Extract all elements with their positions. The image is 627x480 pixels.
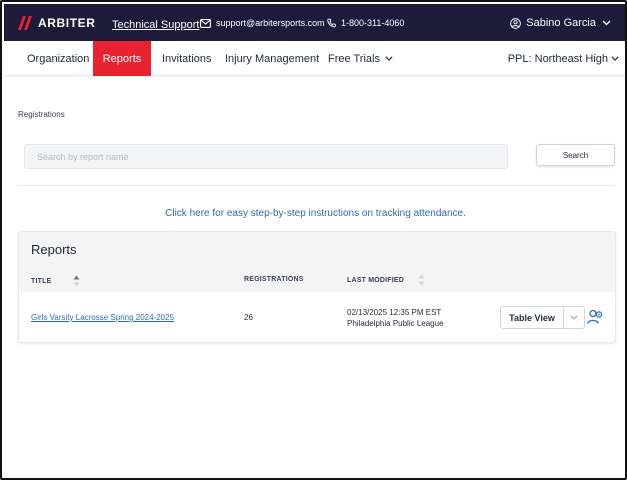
- column-header-title[interactable]: TITLE: [31, 275, 80, 287]
- nav-free-trials-label: Free Trials: [328, 52, 380, 65]
- registrations-count: 26: [244, 313, 253, 322]
- support-phone-text: 1-800-311-4060: [341, 18, 405, 28]
- search-button[interactable]: Search: [536, 144, 615, 166]
- breadcrumb: Registrations: [18, 110, 65, 119]
- arbiter-logo-icon: [18, 16, 32, 30]
- report-title-link[interactable]: Girls Varsity Lacrosse Spring 2024-2025: [31, 313, 174, 322]
- divider: [18, 185, 615, 186]
- nav-reports[interactable]: Reports: [93, 41, 151, 76]
- app-window: ARBITER Technical Support support@arbite…: [0, 0, 627, 480]
- support-phone[interactable]: 1-800-311-4060: [327, 18, 404, 28]
- reports-card: Reports TITLE REGISTRATIONS LAST MODIFIE…: [18, 231, 616, 343]
- reports-title: Reports: [31, 242, 77, 257]
- chevron-down-icon: [611, 56, 619, 61]
- support-email-text: support@arbitersports.com: [216, 18, 325, 28]
- organization-selector-label: PPL: Northeast High: [507, 52, 608, 65]
- logo-text: ARBITER: [38, 16, 96, 30]
- table-view-split-button: Table View: [500, 306, 585, 329]
- sort-icon: [418, 274, 425, 286]
- user-avatar: [510, 17, 526, 29]
- nav-invitations[interactable]: Invitations: [162, 41, 212, 76]
- user-settings-icon[interactable]: [587, 309, 603, 325]
- column-header-title-label: TITLE: [31, 277, 52, 285]
- support-email[interactable]: support@arbitersports.com: [200, 18, 325, 28]
- table-view-dropdown-toggle[interactable]: [564, 315, 584, 320]
- nav-organization[interactable]: Organization: [27, 41, 89, 76]
- technical-support-link[interactable]: Technical Support: [112, 19, 199, 31]
- column-header-last-modified-label: LAST MODIFIED: [347, 276, 405, 284]
- user-circle-icon: [510, 17, 522, 29]
- main-nav: Organization Reports Invitations Injury …: [4, 41, 625, 76]
- sort-icon: [73, 275, 80, 287]
- user-menu[interactable]: Sabino Garcia: [510, 17, 611, 29]
- phone-icon: [327, 18, 336, 28]
- column-header-last-modified[interactable]: LAST MODIFIED: [347, 274, 425, 286]
- envelope-icon: [200, 18, 211, 28]
- arbiter-logo[interactable]: ARBITER: [18, 15, 96, 31]
- column-header-registrations: REGISTRATIONS: [244, 276, 304, 283]
- attendance-instructions-link[interactable]: Click here for easy step-by-step instruc…: [2, 208, 625, 219]
- search-input[interactable]: [24, 144, 508, 169]
- table-view-button[interactable]: Table View: [501, 307, 564, 328]
- user-name: Sabino Garcia: [526, 17, 596, 29]
- last-modified-date: 02/13/2025 12:35 PM EST: [347, 308, 442, 317]
- chevron-down-icon: [570, 315, 578, 320]
- chevron-down-icon: [602, 20, 611, 26]
- organization-selector[interactable]: PPL: Northeast High: [508, 41, 619, 76]
- reports-card-header: [19, 232, 615, 292]
- nav-injury-management[interactable]: Injury Management: [225, 41, 319, 76]
- nav-free-trials[interactable]: Free Trials: [328, 41, 393, 76]
- league-name: Philadelphia Public League: [347, 319, 444, 328]
- chevron-down-icon: [385, 56, 393, 61]
- top-bar: ARBITER Technical Support support@arbite…: [4, 4, 625, 41]
